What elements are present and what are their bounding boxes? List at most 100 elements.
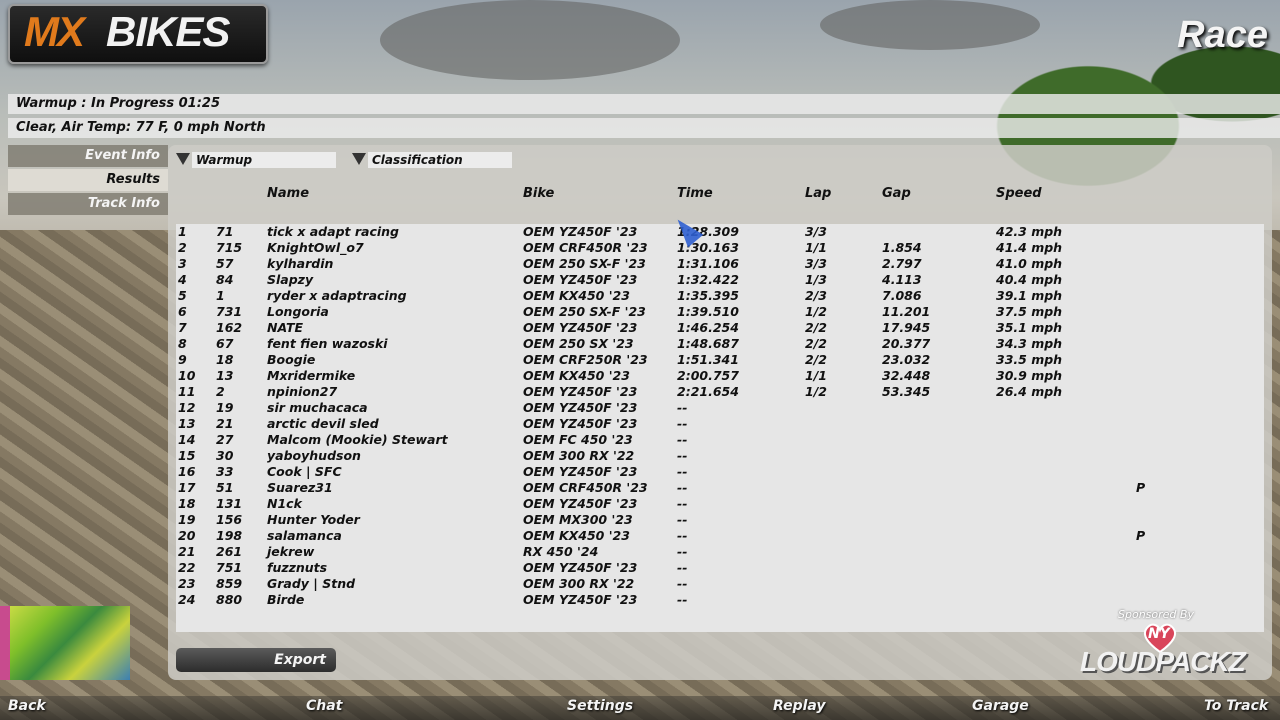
- cell-bike: OEM YZ450F '23: [523, 224, 638, 239]
- cell-name: N1ck: [267, 496, 302, 511]
- cell-name: Boogie: [267, 352, 316, 367]
- cell-name: fent fien wazoski: [267, 336, 388, 351]
- back-button[interactable]: Back: [8, 698, 46, 714]
- cell-name: Mxridermike: [267, 368, 356, 383]
- view-dropdown[interactable]: Classification: [368, 152, 512, 168]
- cell-pos: 14: [178, 432, 196, 447]
- cell-gap: 17.945: [882, 320, 931, 335]
- table-row[interactable]: 4 84 Slapzy OEM YZ450F '23 1:32.422 1/3 4.113 4…: [176, 272, 1264, 288]
- cell-time: --: [677, 416, 688, 431]
- garage-button[interactable]: Garage: [972, 698, 1029, 714]
- cell-pos: 22: [178, 560, 196, 575]
- nav-track-info[interactable]: Track Info: [8, 193, 168, 215]
- page-title: Race: [1177, 14, 1268, 56]
- cell-bike: OEM YZ450F '23: [523, 464, 638, 479]
- cell-num: 19: [216, 400, 234, 415]
- view-dropdown-arrow-icon[interactable]: [352, 153, 366, 165]
- table-row[interactable]: 19 156 Hunter Yoder OEM MX300 '23 --: [176, 512, 1264, 528]
- table-row[interactable]: 22 751 fuzznuts OEM YZ450F '23 --: [176, 560, 1264, 576]
- table-row[interactable]: 5 1 ryder x adaptracing OEM KX450 '23 1:35.3…: [176, 288, 1264, 304]
- table-row[interactable]: 21 261 jekrew RX 450 '24 --: [176, 544, 1264, 560]
- table-row[interactable]: 9 18 Boogie OEM CRF250R '23 1:51.341 2/2 23.03…: [176, 352, 1264, 368]
- cell-name: sir muchacaca: [267, 400, 368, 415]
- sponsor-name: LOUDPACKZ: [1080, 646, 1246, 677]
- cell-bike: OEM YZ450F '23: [523, 320, 638, 335]
- cell-speed: 41.0 mph: [996, 256, 1063, 271]
- cell-num: 18: [216, 352, 234, 367]
- cell-lap: 2/3: [805, 288, 827, 303]
- to-track-button[interactable]: To Track: [1204, 698, 1268, 714]
- webcam-overlay: [0, 606, 130, 680]
- cell-time: 1:46.254: [677, 320, 739, 335]
- table-row[interactable]: 3 57 kylhardin OEM 250 SX-F '23 1:31.106 3/3 2…: [176, 256, 1264, 272]
- cell-num: 33: [216, 464, 234, 479]
- cell-name: jekrew: [267, 544, 315, 559]
- nav-results[interactable]: Results: [8, 169, 168, 191]
- table-row[interactable]: 1 71 tick x adapt racing OEM YZ450F '23 1:28…: [176, 224, 1264, 240]
- table-row[interactable]: 11 2 npinion27 OEM YZ450F '23 2:21.654 1/2 53.…: [176, 384, 1264, 400]
- cell-time: --: [677, 528, 688, 543]
- cell-bike: OEM YZ450F '23: [523, 496, 638, 511]
- table-row[interactable]: 23 859 Grady | Stnd OEM 300 RX '22 --: [176, 576, 1264, 592]
- cell-pos: 17: [178, 480, 196, 495]
- table-row[interactable]: 13 21 arctic devil sled OEM YZ450F '23 --: [176, 416, 1264, 432]
- cell-bike: OEM YZ450F '23: [523, 400, 638, 415]
- cell-pos: 3: [178, 256, 187, 271]
- table-row[interactable]: 18 131 N1ck OEM YZ450F '23 --: [176, 496, 1264, 512]
- table-row[interactable]: 14 27 Malcom (Mookie) Stewart OEM FC 450 '2…: [176, 432, 1264, 448]
- table-row[interactable]: 16 33 Cook | SFC OEM YZ450F '23 --: [176, 464, 1264, 480]
- cell-bike: OEM 250 SX '23: [523, 336, 634, 351]
- nav-event-info[interactable]: Event Info: [8, 145, 168, 167]
- cell-num: 71: [216, 224, 234, 239]
- cell-speed: 41.4 mph: [996, 240, 1063, 255]
- cell-name: Birde: [267, 592, 305, 607]
- cell-speed: 26.4 mph: [996, 384, 1063, 399]
- cell-gap: 1.854: [882, 240, 922, 255]
- logo-bikes-text: BIKES: [106, 8, 230, 55]
- chat-button[interactable]: Chat: [306, 698, 342, 714]
- cell-num: 84: [216, 272, 234, 287]
- cell-lap: 1/2: [805, 384, 827, 399]
- cell-num: 57: [216, 256, 234, 271]
- cell-pos: 19: [178, 512, 196, 527]
- cell-bike: OEM KX450 '23: [523, 528, 630, 543]
- cell-speed: 33.5 mph: [996, 352, 1063, 367]
- cell-pos: 13: [178, 416, 196, 431]
- table-row[interactable]: 10 13 Mxridermike OEM KX450 '23 2:00.757 1/1 3…: [176, 368, 1264, 384]
- table-row[interactable]: 12 19 sir muchacaca OEM YZ450F '23 --: [176, 400, 1264, 416]
- cell-name: fuzznuts: [267, 560, 328, 575]
- cell-time: --: [677, 464, 688, 479]
- table-row[interactable]: 17 51 Suarez31 OEM CRF450R '23 -- P: [176, 480, 1264, 496]
- cell-name: KnightOwl_o7: [267, 240, 364, 255]
- table-row[interactable]: 6 731 Longoria OEM 250 SX-F '23 1:39.510 1/2 1…: [176, 304, 1264, 320]
- column-header-bike: Bike: [523, 186, 555, 201]
- cell-gap: 20.377: [882, 336, 931, 351]
- cell-lap: 1/2: [805, 304, 827, 319]
- table-row[interactable]: 2 715 KnightOwl_o7 OEM CRF450R '23 1:30.163 1…: [176, 240, 1264, 256]
- cell-num: 162: [216, 320, 243, 335]
- session-dropdown-arrow-icon[interactable]: [176, 153, 190, 165]
- cell-gap: 53.345: [882, 384, 931, 399]
- export-button[interactable]: Export: [176, 648, 336, 672]
- cell-name: npinion27: [267, 384, 338, 399]
- cell-pos: 18: [178, 496, 196, 511]
- cell-time: --: [677, 576, 688, 591]
- table-row[interactable]: 15 30 yaboyhudson OEM 300 RX '22 --: [176, 448, 1264, 464]
- logo-mx-text: MX: [24, 8, 85, 55]
- settings-button[interactable]: Settings: [567, 698, 633, 714]
- table-row[interactable]: 8 67 fent fien wazoski OEM 250 SX '23 1:48.6…: [176, 336, 1264, 352]
- replay-button[interactable]: Replay: [773, 698, 826, 714]
- cell-bike: OEM CRF450R '23: [523, 240, 648, 255]
- cell-time: 1:39.510: [677, 304, 739, 319]
- cell-time: 1:32.422: [677, 272, 739, 287]
- cell-num: 51: [216, 480, 234, 495]
- table-row[interactable]: 7 162 NATE OEM YZ450F '23 1:46.254 2/2 17.945 3…: [176, 320, 1264, 336]
- table-row[interactable]: 20 198 salamanca OEM KX450 '23 -- P: [176, 528, 1264, 544]
- cell-name: Hunter Yoder: [267, 512, 360, 527]
- cell-pos: 21: [178, 544, 196, 559]
- session-dropdown[interactable]: Warmup: [192, 152, 336, 168]
- cell-bike: OEM KX450 '23: [523, 288, 630, 303]
- cell-num: 131: [216, 496, 243, 511]
- cell-gap: 11.201: [882, 304, 931, 319]
- column-header-time: Time: [677, 186, 713, 201]
